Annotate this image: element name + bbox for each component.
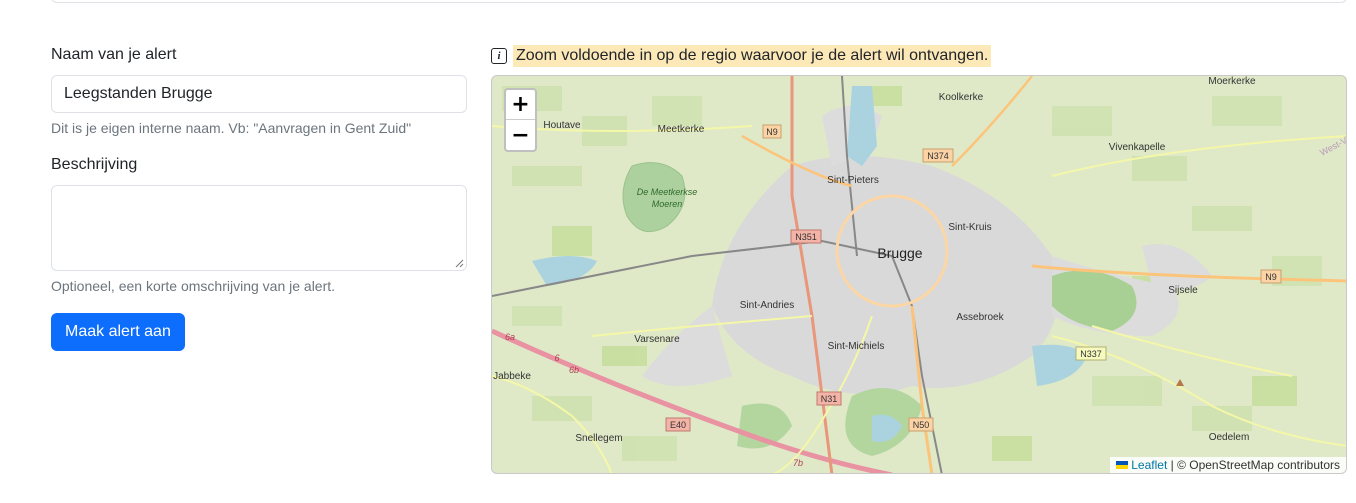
road-label-6: 6	[554, 353, 559, 363]
landmark-icon	[1176, 379, 1184, 386]
map-label-sint-pieters: Sint-Pieters	[827, 175, 879, 186]
map-label-vivenkapelle: Vivenkapelle	[1109, 142, 1166, 153]
leaflet-link[interactable]: Leaflet	[1131, 458, 1167, 472]
osm-attribution-text: | © OpenStreetMap contributors	[1170, 458, 1340, 472]
description-help-text: Optioneel, een korte omschrijving van je…	[51, 278, 336, 294]
map-label-sijsele: Sijsele	[1168, 285, 1198, 296]
zoom-in-button[interactable]: +	[506, 90, 535, 120]
map-label-assebroek: Assebroek	[956, 312, 1004, 323]
map-label-moerkerke: Moerkerke	[1208, 76, 1256, 87]
road-shield-n337: N337	[1080, 349, 1102, 359]
create-alert-button[interactable]: Maak alert aan	[51, 313, 185, 351]
top-card	[51, 0, 1347, 3]
map-label-sint-andries: Sint-Andries	[740, 300, 794, 311]
map-label-snellegem: Snellegem	[575, 433, 622, 444]
name-label: Naam van je alert	[51, 46, 177, 63]
map-label-varsenare: Varsenare	[634, 334, 680, 345]
road-label-6b: 6b	[569, 365, 579, 375]
map-label-meetkerkse-moeren-1: De Meetkerkse	[637, 187, 698, 197]
map-label-jabbeke: Jabbeke	[493, 371, 531, 382]
road-label-6a: 6a	[505, 332, 515, 342]
road-shield-n9-east: N9	[1265, 272, 1277, 282]
map-label-west-vlaanderen: West-Vlaan	[1318, 127, 1347, 158]
map[interactable]: Moerkerke Koolkerke Houtave Meetkerke Vi…	[491, 75, 1347, 474]
zoom-notice-text: Zoom voldoende in op de regio waarvoor j…	[513, 45, 992, 67]
map-label-meetkerke: Meetkerke	[658, 124, 705, 135]
name-help-text: Dit is je eigen interne naam. Vb: "Aanvr…	[51, 120, 412, 136]
map-tiles: Moerkerke Koolkerke Houtave Meetkerke Vi…	[492, 76, 1347, 473]
zoom-out-button[interactable]: −	[506, 120, 535, 150]
map-label-brugge: Brugge	[877, 245, 922, 261]
road-shield-n50: N50	[913, 420, 930, 430]
map-label-oedelem: Oedelem	[1209, 432, 1250, 443]
road-shield-e40: E40	[670, 420, 686, 430]
road-label-7b: 7b	[793, 458, 803, 468]
alert-form: Naam van je alert Leegstanden Brugge Dit…	[51, 45, 467, 351]
map-label-sint-kruis: Sint-Kruis	[948, 222, 991, 233]
zoom-notice: i Zoom voldoende in op de regio waarvoor…	[491, 44, 992, 68]
map-label-houtave: Houtave	[543, 120, 581, 131]
description-textarea[interactable]	[51, 185, 467, 271]
map-label-koolkerke: Koolkerke	[939, 92, 984, 103]
ukraine-flag-icon	[1116, 461, 1129, 469]
road-shield-n31: N31	[821, 394, 838, 404]
map-label-meetkerkse-moeren-2: Moeren	[652, 199, 683, 209]
info-icon: i	[491, 48, 507, 64]
resize-handle-icon[interactable]	[455, 259, 464, 268]
map-attribution: Leaflet | © OpenStreetMap contributors	[1110, 457, 1346, 473]
map-label-sint-michiels: Sint-Michiels	[828, 341, 885, 352]
road-shield-n9-west: N9	[766, 127, 778, 137]
name-input[interactable]: Leegstanden Brugge	[51, 75, 467, 113]
road-shield-n374: N374	[927, 151, 949, 161]
road-shield-n351: N351	[795, 232, 817, 242]
zoom-control: + −	[504, 88, 537, 152]
description-label: Beschrijving	[51, 156, 138, 173]
